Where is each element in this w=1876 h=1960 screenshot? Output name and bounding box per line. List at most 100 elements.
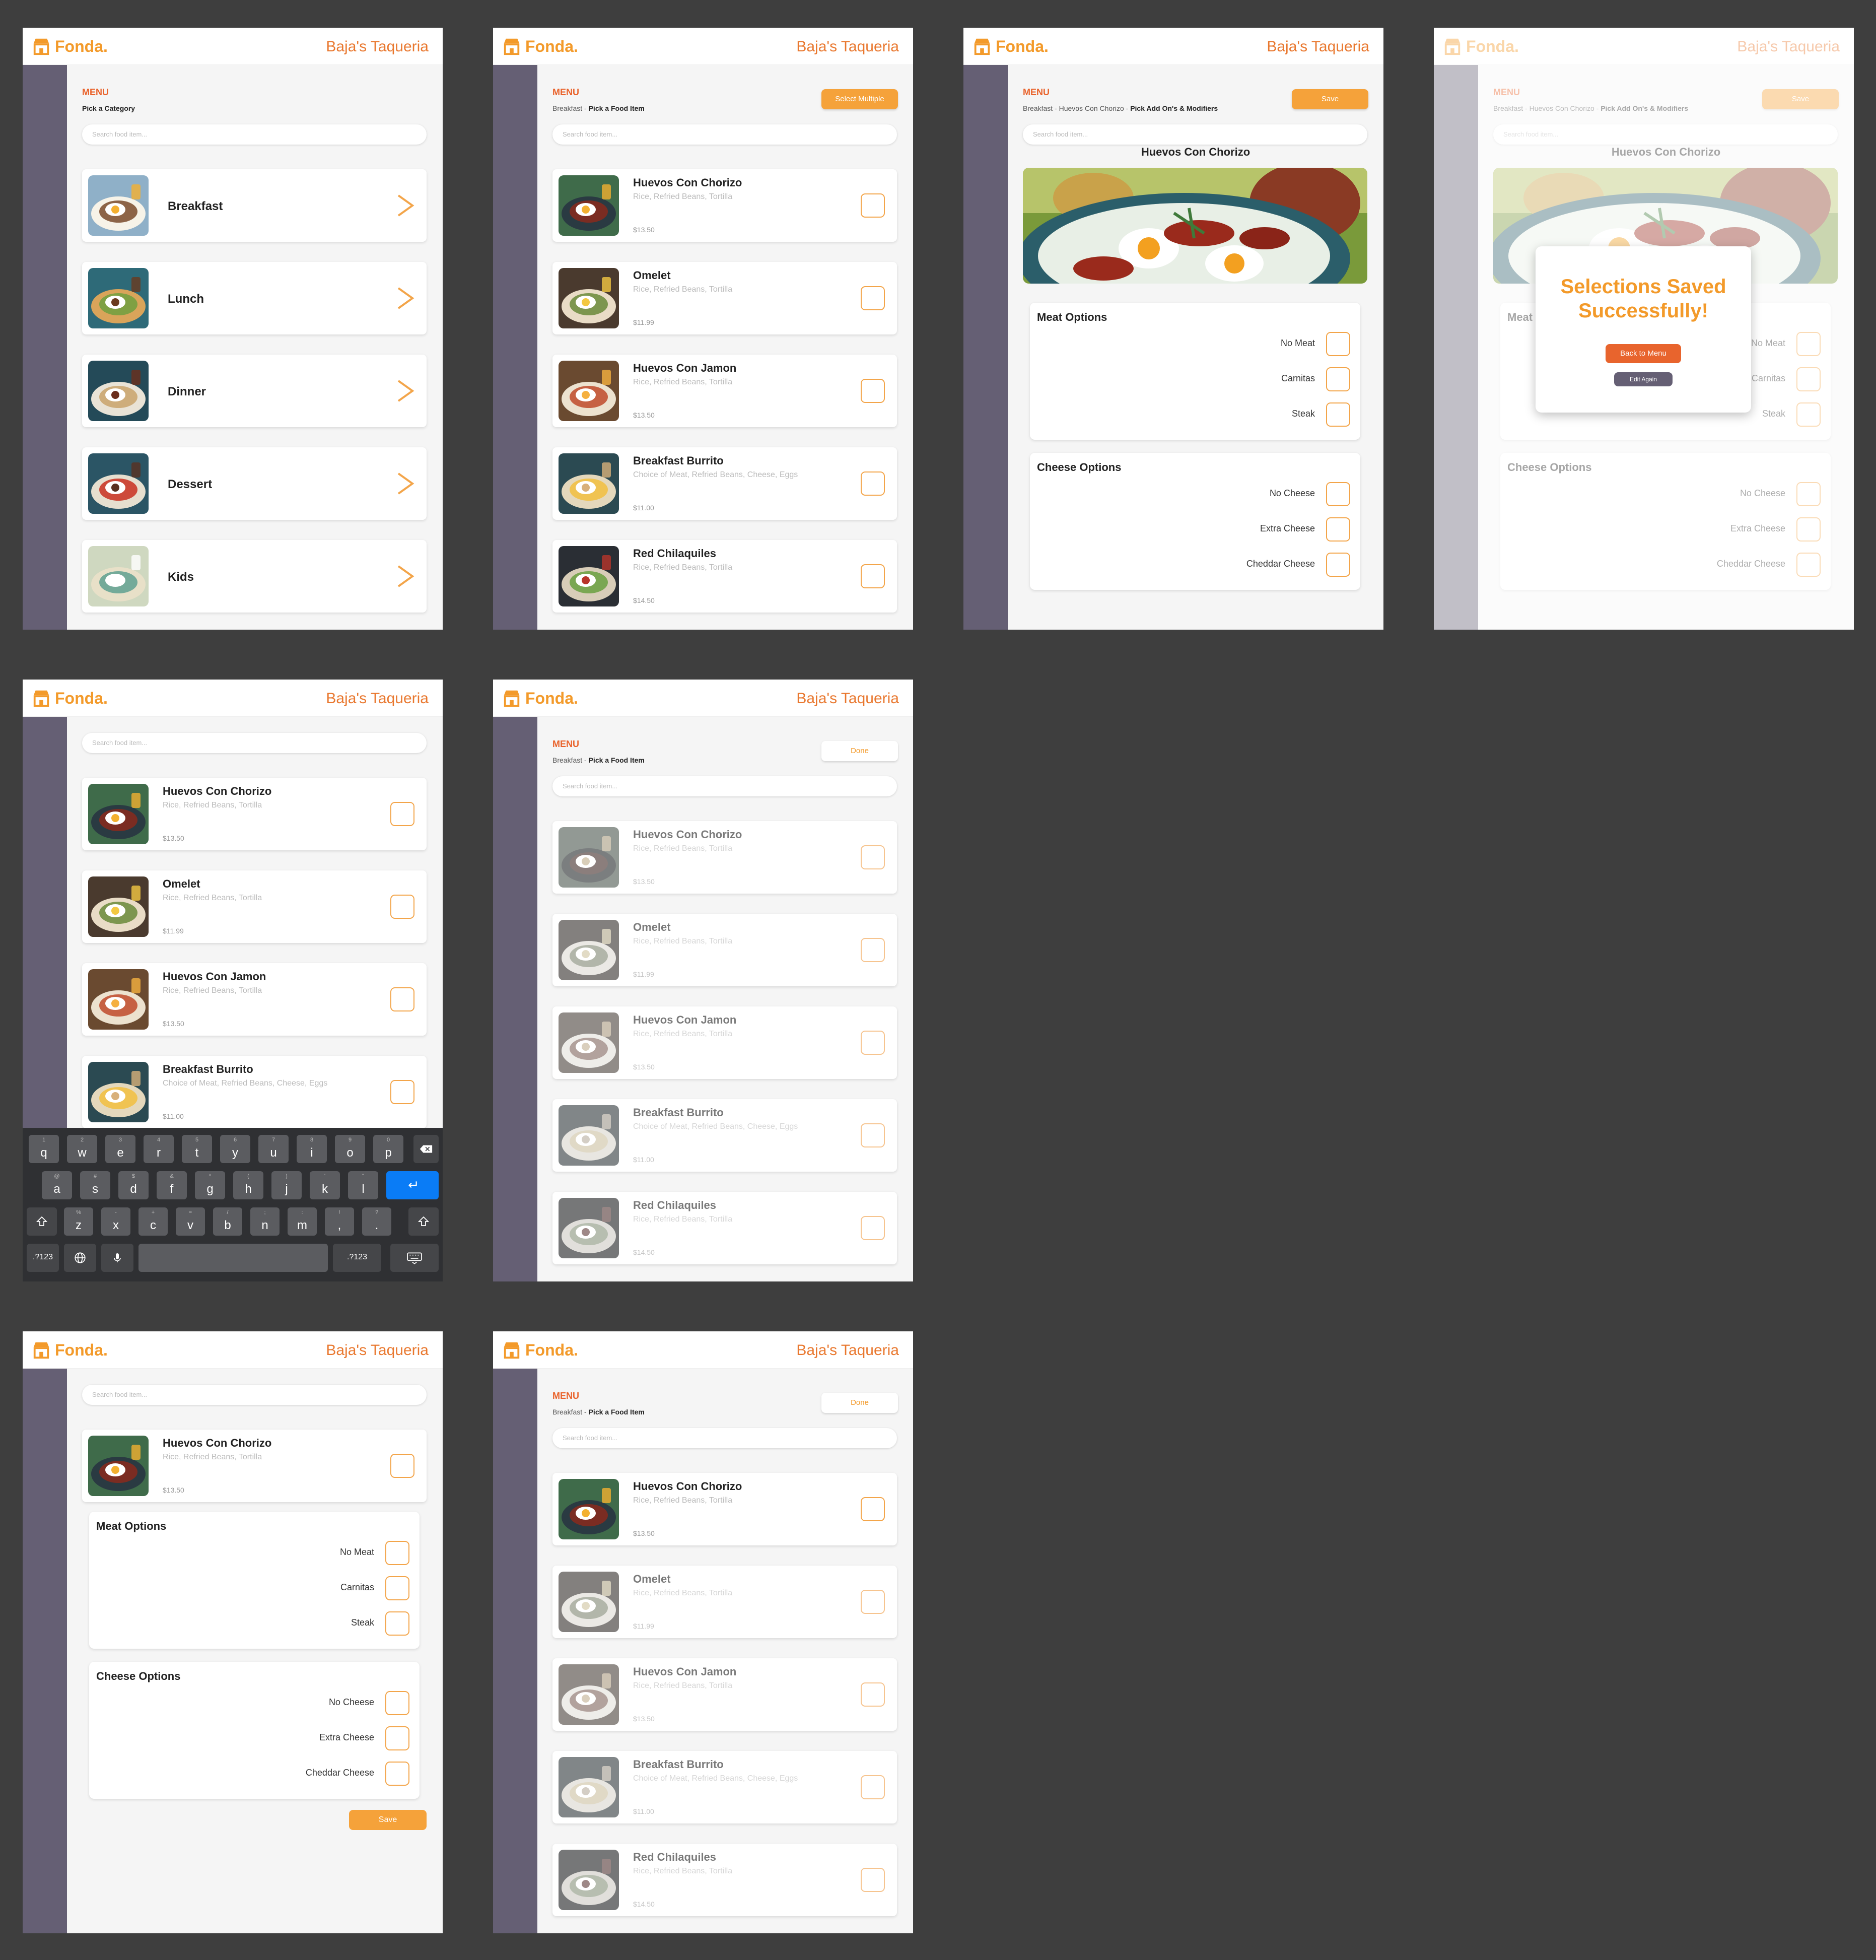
option-row[interactable]: Steak [1159, 401, 1360, 427]
search-input[interactable]: Search food item... [552, 1428, 897, 1448]
key-b[interactable]: / b [213, 1207, 242, 1236]
search-input[interactable]: Search food item... [82, 124, 427, 145]
option-checkbox[interactable] [1326, 332, 1350, 356]
option-checkbox[interactable] [385, 1726, 409, 1750]
key-d[interactable]: $ d [118, 1171, 149, 1199]
key-r[interactable]: 4r [144, 1135, 174, 1163]
key-h[interactable]: (h [233, 1171, 263, 1199]
item-checkbox[interactable] [390, 1080, 414, 1104]
key-v[interactable]: = v [176, 1207, 205, 1236]
food-item-card[interactable]: Omelet Rice, Refried Beans, Tortilla $11.9… [552, 262, 897, 334]
option-checkbox[interactable] [385, 1576, 409, 1600]
select-multiple-button[interactable]: Select Multiple [821, 89, 898, 109]
item-checkbox[interactable] [390, 1454, 414, 1478]
key-c[interactable]: + c [138, 1207, 168, 1236]
item-checkbox[interactable] [861, 1031, 885, 1055]
option-row[interactable]: No Meat [218, 1540, 420, 1565]
food-item-card[interactable]: Omelet Rice, Refried Beans, Tortilla $11.9… [552, 1566, 897, 1638]
key-z[interactable]: % z [64, 1207, 93, 1236]
item-checkbox[interactable] [861, 1590, 885, 1614]
option-checkbox[interactable] [1326, 482, 1350, 506]
item-checkbox[interactable] [390, 802, 414, 826]
item-checkbox[interactable] [861, 938, 885, 962]
item-checkbox[interactable] [861, 1775, 885, 1799]
key-f[interactable]: & f [157, 1171, 187, 1199]
food-item-card[interactable]: Red Chilaquiles Rice, Refried Beans, Tort… [552, 1844, 897, 1916]
key-.[interactable]: ?. [362, 1207, 391, 1236]
food-item-card[interactable]: Omelet Rice, Refried Beans, Tortilla $11.9… [552, 914, 897, 986]
key-q[interactable]: 1q [29, 1135, 59, 1163]
fonda-logo[interactable]: Fonda. [502, 1338, 578, 1362]
item-checkbox[interactable] [390, 895, 414, 919]
fonda-logo[interactable]: Fonda. [32, 35, 108, 58]
key-p[interactable]: 0p [373, 1135, 403, 1163]
option-checkbox[interactable] [1326, 402, 1350, 427]
option-checkbox[interactable] [385, 1762, 409, 1786]
food-item-card[interactable]: Huevos Con Chorizo Rice, Refried Beans, T… [552, 169, 897, 242]
fonda-logo[interactable]: Fonda. [32, 687, 108, 710]
key-y[interactable]: 6y [220, 1135, 250, 1163]
edit-again-button[interactable]: Edit Again [1614, 372, 1673, 386]
food-item-card[interactable]: Red Chilaquiles Rice, Refried Beans, Tort… [552, 1192, 897, 1264]
food-item-card[interactable]: Huevos Con Jamon Rice, Refried Beans, Tor… [82, 963, 427, 1036]
fonda-logo[interactable]: Fonda. [502, 35, 578, 58]
item-checkbox[interactable] [861, 1497, 885, 1521]
food-item-card[interactable]: Huevos Con Chorizo Rice, Refried Beans, T… [552, 821, 897, 894]
hide-keyboard-key[interactable] [390, 1244, 439, 1272]
search-input[interactable]: Search food item... [82, 1385, 427, 1405]
option-row[interactable]: Extra Cheese [218, 1725, 420, 1750]
category-card-dessert[interactable]: Dessert [82, 447, 427, 520]
shift-key[interactable] [27, 1207, 57, 1236]
key-g[interactable]: * g [195, 1171, 225, 1199]
item-checkbox[interactable] [861, 286, 885, 310]
shift-key[interactable] [408, 1207, 439, 1236]
option-row[interactable]: No Cheese [218, 1690, 420, 1715]
search-input[interactable]: Search food item... [82, 733, 427, 753]
key-u[interactable]: 7u [258, 1135, 289, 1163]
fonda-logo[interactable]: Fonda. [32, 1338, 108, 1362]
category-card-kids[interactable]: Kids [82, 540, 427, 613]
search-input[interactable]: Search food item... [1023, 124, 1367, 145]
key-i[interactable]: 8i [297, 1135, 327, 1163]
category-card-breakfast[interactable]: Breakfast [82, 169, 427, 242]
food-item-card[interactable]: Huevos Con Jamon Rice, Refried Beans, Tor… [552, 1006, 897, 1079]
key-s[interactable]: # s [80, 1171, 110, 1199]
numbers-key[interactable]: .?123 [27, 1244, 59, 1272]
food-item-card[interactable]: Breakfast Burrito Choice of Meat, Refried… [82, 1056, 427, 1128]
option-checkbox[interactable] [385, 1691, 409, 1715]
done-button[interactable]: Done [821, 1393, 898, 1413]
key-w[interactable]: 2w [67, 1135, 97, 1163]
option-checkbox[interactable] [1326, 517, 1350, 542]
save-button[interactable]: Save [1292, 89, 1368, 109]
item-checkbox[interactable] [861, 471, 885, 496]
item-checkbox[interactable] [861, 845, 885, 869]
fonda-logo[interactable]: Fonda. [502, 687, 578, 710]
key-,[interactable]: !, [325, 1207, 354, 1236]
save-button[interactable]: Save [349, 1810, 427, 1830]
key-x[interactable]: -x [101, 1207, 130, 1236]
fonda-logo[interactable]: Fonda. [972, 35, 1049, 58]
food-item-card[interactable]: Breakfast Burrito Choice of Meat, Refried… [552, 1751, 897, 1823]
option-checkbox[interactable] [1326, 553, 1350, 577]
search-input[interactable]: Search food item... [552, 776, 897, 796]
return-key[interactable] [386, 1171, 439, 1199]
microphone-key[interactable] [101, 1244, 133, 1272]
item-checkbox[interactable] [861, 1868, 885, 1892]
option-row[interactable]: Cheddar Cheese [1159, 552, 1360, 577]
item-checkbox[interactable] [390, 987, 414, 1011]
food-item-card[interactable]: Red Chilaquiles Rice, Refried Beans, Tort… [552, 540, 897, 613]
option-row[interactable]: No Cheese [1159, 481, 1360, 506]
item-checkbox[interactable] [861, 193, 885, 218]
option-row[interactable]: Cheddar Cheese [218, 1761, 420, 1786]
key-l[interactable]: " l [348, 1171, 378, 1199]
back-to-menu-button[interactable]: Back to Menu [1606, 344, 1681, 363]
option-checkbox[interactable] [385, 1611, 409, 1636]
option-row[interactable]: Carnitas [218, 1575, 420, 1600]
category-card-lunch[interactable]: Lunch [82, 262, 427, 334]
option-row[interactable]: Extra Cheese [1159, 516, 1360, 542]
key-a[interactable]: @ a [42, 1171, 72, 1199]
food-item-card[interactable]: Huevos Con Jamon Rice, Refried Beans, Tor… [552, 355, 897, 427]
food-item-card[interactable]: Omelet Rice, Refried Beans, Tortilla $11.9… [82, 870, 427, 943]
food-item-card[interactable]: Huevos Con Chorizo Rice, Refried Beans, T… [552, 1473, 897, 1545]
backspace-key[interactable] [413, 1135, 439, 1163]
